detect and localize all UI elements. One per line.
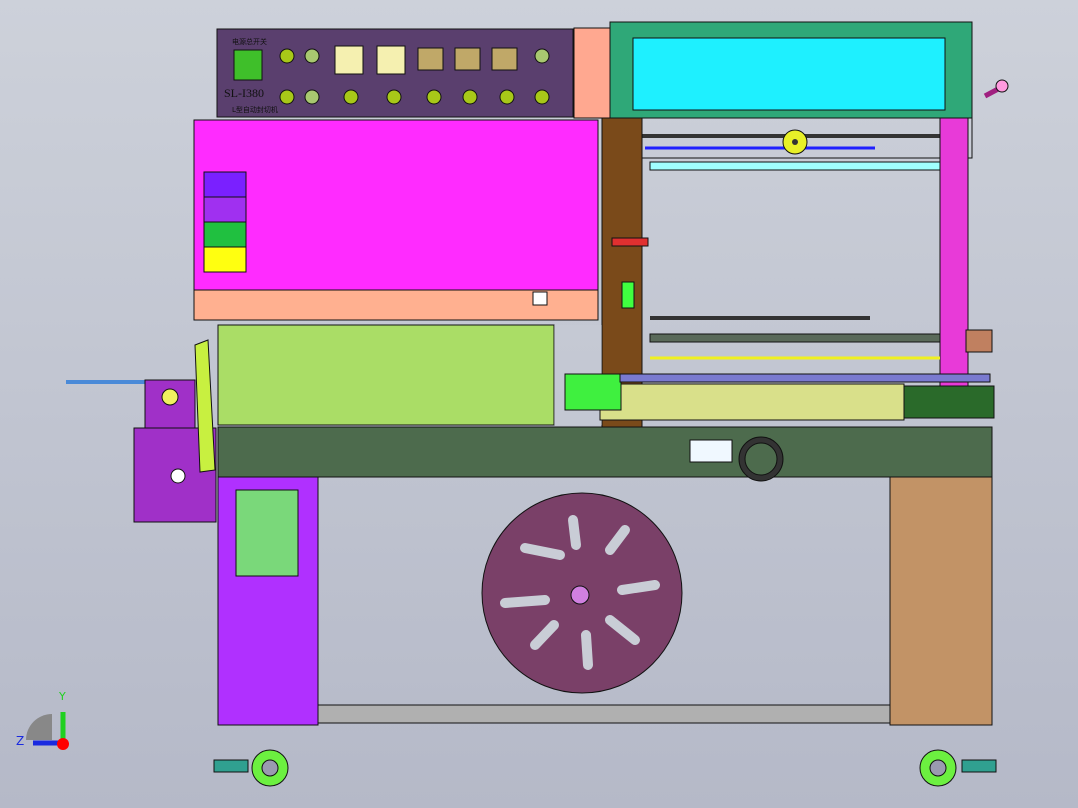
temperature-display [376, 45, 406, 75]
model-label: SL-I380 [224, 86, 264, 100]
machine-name-label: L型自动封切机 [232, 105, 278, 114]
indicator-lamp [304, 89, 320, 105]
knob[interactable] [534, 89, 550, 105]
knob[interactable] [462, 89, 478, 105]
knob[interactable] [343, 89, 359, 105]
cad-viewport[interactable]: 电源总开关 SL-I380 L型自动封切机 Y Z [0, 0, 1078, 808]
power-switch[interactable] [233, 49, 263, 81]
indicator-lamp [279, 48, 295, 64]
right-leg [889, 476, 993, 726]
knob[interactable] [426, 89, 442, 105]
instruction-sticker [235, 489, 299, 577]
temperature-display [334, 45, 364, 75]
counter-box [417, 47, 444, 71]
right-post [939, 117, 969, 419]
knob[interactable] [386, 89, 402, 105]
x-axis-dot [57, 738, 69, 750]
z-axis-label: Z [16, 734, 24, 748]
caster-wheel [919, 749, 997, 787]
counter-box [454, 47, 481, 71]
gauge [689, 439, 733, 463]
film-roll-disc [481, 492, 683, 694]
indicator-lamp [534, 48, 550, 64]
y-axis-label: Y [58, 690, 66, 703]
power-switch-label: 电源总开关 [232, 37, 267, 46]
control-panel: 电源总开关 SL-I380 L型自动封切机 [216, 28, 574, 118]
counter-box [491, 47, 518, 71]
caster-wheel [213, 749, 289, 787]
indicator-lamp [279, 89, 295, 105]
indicator-lamp [304, 48, 320, 64]
heat-hood [193, 119, 599, 321]
axis-triad: Y Z [16, 690, 69, 750]
ventilated-cover [217, 324, 602, 426]
left-feeder [66, 339, 217, 523]
knob[interactable] [499, 89, 515, 105]
side-panel [573, 27, 611, 119]
